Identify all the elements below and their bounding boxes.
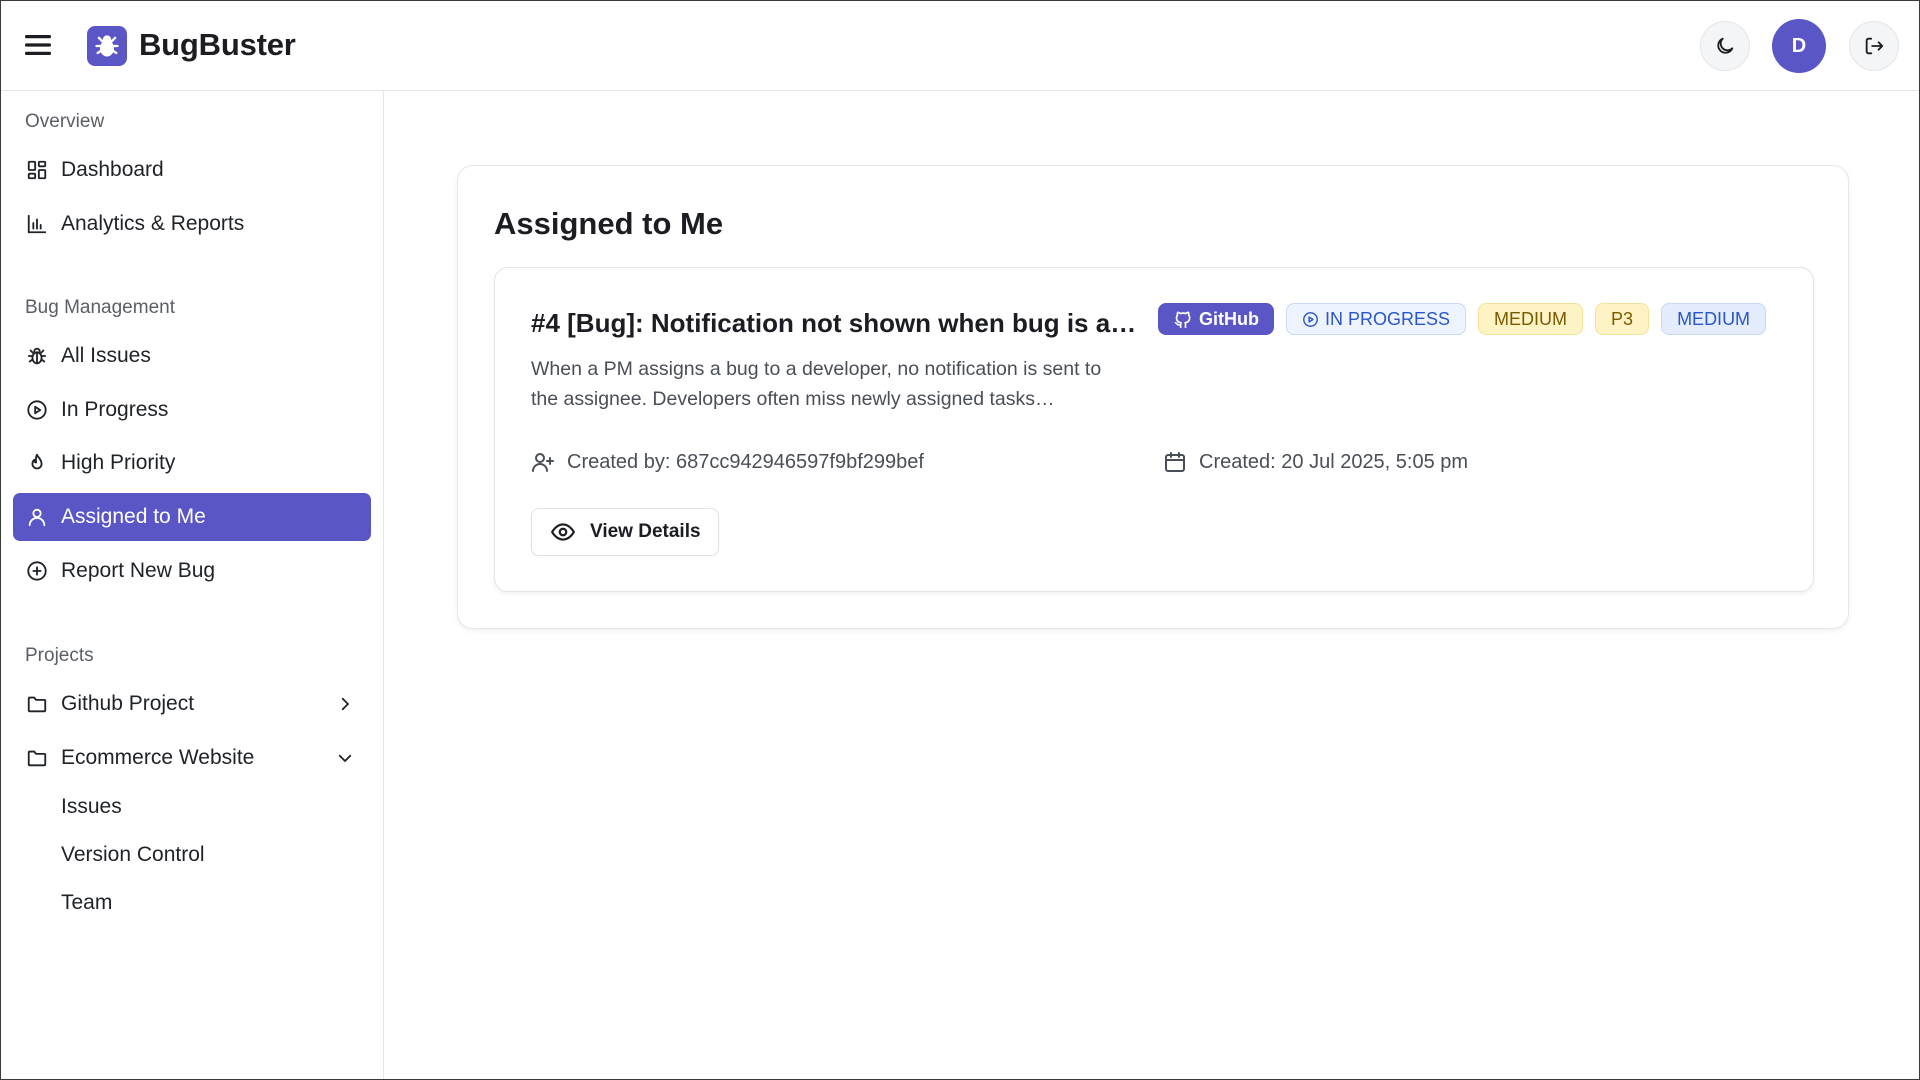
sidebar-subitem-version-control[interactable]: Version Control	[61, 843, 205, 867]
assigned-panel: Assigned to Me #4 [Bug]: Notification no…	[457, 165, 1849, 629]
sidebar-subitem-issues[interactable]: Issues	[61, 795, 122, 819]
page-title: Assigned to Me	[494, 206, 724, 241]
sidebar-item-assigned-to-me[interactable]: Assigned to Me	[13, 493, 371, 541]
sidebar-item-report-new-bug[interactable]: Report New Bug	[13, 547, 371, 595]
folder-icon	[25, 746, 49, 770]
eye-icon	[550, 523, 576, 541]
bug-icon	[25, 344, 49, 368]
section-overview: Overview	[25, 111, 105, 132]
sidebar-item-label: All Issues	[61, 344, 151, 367]
section-projects: Projects	[25, 645, 94, 666]
created-at: Created: 20 Jul 2025, 5:05 pm	[1163, 450, 1468, 474]
play-circle-icon	[1303, 311, 1318, 327]
sidebar-item-github-project[interactable]: Github Project	[13, 680, 371, 728]
plus-circle-icon	[25, 559, 49, 583]
avatar[interactable]: D	[1772, 19, 1826, 73]
logout-icon[interactable]	[1849, 21, 1899, 71]
app-window: BugBuster D Overview Dashboard Analytics…	[0, 0, 1920, 1080]
section-bug-management: Bug Management	[25, 297, 175, 318]
severity-badge: MEDIUM	[1478, 303, 1584, 335]
priority-badge: P3	[1595, 303, 1650, 335]
chevron-down-icon[interactable]	[333, 746, 357, 770]
user-plus-icon	[532, 453, 554, 472]
play-circle-icon	[25, 398, 49, 422]
sidebar-item-label: Assigned to Me	[61, 505, 206, 528]
sidebar-item-ecommerce-website[interactable]: Ecommerce Website	[13, 734, 371, 782]
user-icon	[25, 505, 49, 529]
chevron-right-icon[interactable]	[333, 692, 357, 716]
badge-label: IN PROGRESS	[1325, 308, 1451, 329]
sidebar-item-label: Report New Bug	[61, 559, 216, 582]
moon-icon[interactable]	[1700, 21, 1750, 71]
sidebar-item-label: Ecommerce Website	[61, 746, 255, 769]
sidebar-item-in-progress[interactable]: In Progress	[13, 386, 371, 434]
github-badge[interactable]: GitHub	[1158, 303, 1274, 335]
sidebar-subitem-team[interactable]: Team	[61, 891, 112, 915]
issue-title[interactable]: #4 [Bug]: Notification not shown when bu…	[531, 308, 1141, 339]
sidebar-item-dashboard[interactable]: Dashboard	[13, 146, 371, 194]
sidebar-item-all-issues[interactable]: All Issues	[13, 332, 371, 380]
top-header: BugBuster D	[1, 1, 1919, 91]
hamburger-menu-icon[interactable]	[23, 30, 53, 60]
issue-description: When a PM assigns a bug to a developer, …	[531, 358, 1102, 410]
dashboard-icon	[25, 158, 49, 182]
issue-badges: GitHub IN PROGRESS MEDIUM P3 MEDIUM	[1158, 303, 1767, 335]
sidebar-item-label: In Progress	[61, 398, 169, 421]
badge-label: GitHub	[1199, 308, 1259, 329]
github-icon	[1174, 311, 1191, 329]
sidebar-item-label: High Priority	[61, 451, 176, 474]
bar-chart-icon	[25, 212, 49, 236]
sidebar-item-label: Analytics & Reports	[61, 212, 245, 235]
bug-icon[interactable]	[87, 26, 127, 66]
sidebar: Overview Dashboard Analytics & Reports B…	[1, 91, 384, 1079]
sidebar-item-label: Dashboard	[61, 158, 164, 181]
sidebar-item-label: Github Project	[61, 692, 195, 715]
folder-icon	[25, 692, 49, 716]
view-details-label: View Details	[590, 521, 701, 542]
calendar-icon	[1165, 452, 1185, 472]
level-badge: MEDIUM	[1661, 303, 1767, 335]
created-by: Created by: 687cc942946597f9bf299bef	[531, 450, 924, 474]
sidebar-item-analytics[interactable]: Analytics & Reports	[13, 200, 371, 248]
issue-card[interactable]: #4 [Bug]: Notification not shown when bu…	[494, 267, 1814, 592]
sidebar-item-high-priority[interactable]: High Priority	[13, 439, 371, 487]
view-details-button[interactable]: View Details	[531, 508, 719, 556]
flame-icon	[25, 451, 49, 475]
created-at-text: Created: 20 Jul 2025, 5:05 pm	[1199, 450, 1469, 473]
status-badge: IN PROGRESS	[1286, 303, 1467, 335]
created-by-text: Created by: 687cc942946597f9bf299bef	[567, 450, 924, 473]
brand-name[interactable]: BugBuster	[139, 27, 296, 63]
